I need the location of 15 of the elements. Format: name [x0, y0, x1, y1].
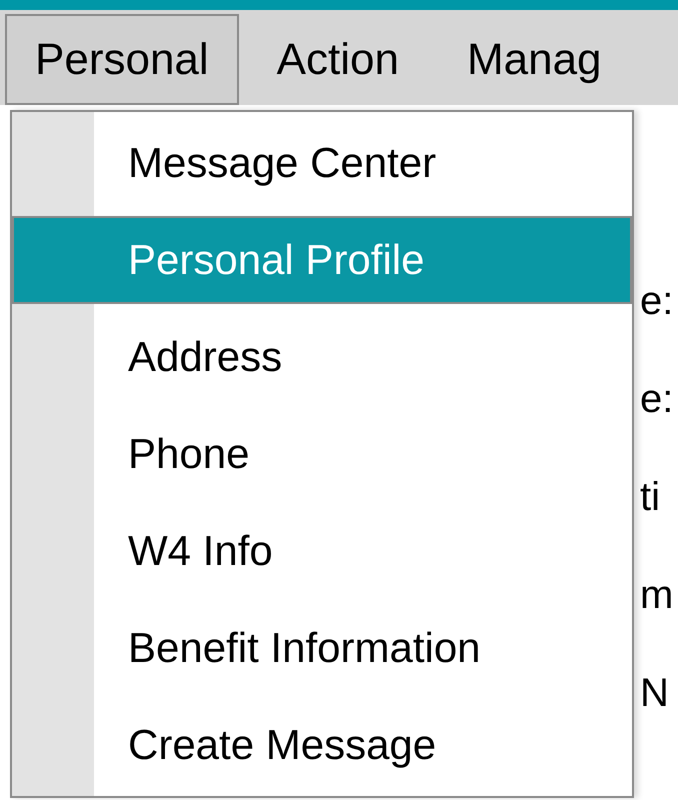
- dropdown-item[interactable]: Benefit Information: [12, 604, 632, 692]
- menu-item[interactable]: Personal: [5, 14, 239, 105]
- form-label: e:: [640, 278, 674, 325]
- dropdown-item[interactable]: Personal Profile: [12, 216, 632, 304]
- dropdown-item[interactable]: Phone: [12, 410, 632, 498]
- form-label: m: [640, 572, 674, 619]
- form-label: ti: [640, 474, 661, 521]
- form-label: N: [640, 670, 670, 717]
- menu-item[interactable]: Action: [246, 14, 429, 105]
- dropdown-item[interactable]: Address: [12, 312, 632, 400]
- dropdown-item[interactable]: W4 Info: [12, 506, 632, 594]
- form-label: e:: [640, 376, 674, 423]
- menu-item[interactable]: Manag: [436, 14, 632, 105]
- dropdown-item[interactable]: Message Center: [12, 118, 632, 206]
- dropdown-item[interactable]: Create Message: [12, 700, 632, 788]
